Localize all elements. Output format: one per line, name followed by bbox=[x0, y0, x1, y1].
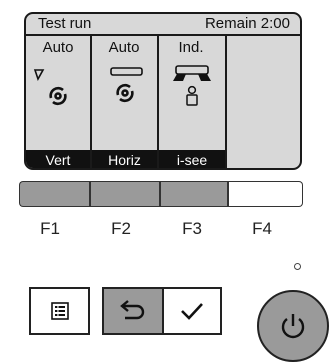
fkey-divider bbox=[159, 181, 161, 207]
column-divider bbox=[225, 34, 227, 168]
function-label-horiz: Horiz bbox=[92, 150, 157, 168]
fan-swirl-icon bbox=[116, 83, 134, 103]
vertical-vane-icon bbox=[33, 69, 67, 106]
f3-button[interactable] bbox=[159, 181, 227, 207]
checkmark-icon bbox=[181, 303, 203, 320]
f2-button[interactable] bbox=[89, 181, 159, 207]
vertical-vane-setting: Auto bbox=[42, 39, 74, 56]
f4-button[interactable] bbox=[227, 181, 303, 207]
f1-button[interactable] bbox=[19, 181, 89, 207]
menu-icon bbox=[50, 302, 69, 320]
status-title: Test run bbox=[38, 15, 92, 32]
return-button[interactable] bbox=[102, 287, 164, 335]
fkey-divider bbox=[227, 181, 229, 207]
confirm-button[interactable] bbox=[162, 287, 222, 335]
horizontal-vane-setting: Auto bbox=[108, 39, 140, 56]
i-see-setting: Ind. bbox=[178, 39, 204, 56]
return-arrow-icon bbox=[120, 300, 145, 320]
person-sensor-icon bbox=[186, 85, 198, 106]
remaining-time: Remain 2:00 bbox=[204, 15, 290, 32]
f1-label: F1 bbox=[40, 219, 60, 238]
menu-button[interactable] bbox=[29, 287, 90, 335]
f4-label: F4 bbox=[252, 219, 272, 238]
power-button[interactable] bbox=[257, 290, 329, 362]
status-divider bbox=[26, 34, 300, 36]
indoor-unit-icon bbox=[173, 65, 211, 106]
fan-swirl-icon bbox=[49, 86, 67, 106]
power-indicator-led bbox=[294, 263, 301, 270]
f3-label: F3 bbox=[182, 219, 202, 238]
fkey-divider bbox=[89, 181, 91, 207]
function-label-i-see: i-see bbox=[159, 150, 225, 168]
horizontal-vane-icon bbox=[110, 67, 143, 103]
power-icon bbox=[281, 314, 305, 339]
function-label-vert: Vert bbox=[26, 150, 90, 168]
lcd-screen: Test run Remain 2:00 Auto Auto Ind. Vert… bbox=[24, 12, 302, 170]
f2-label: F2 bbox=[111, 219, 131, 238]
